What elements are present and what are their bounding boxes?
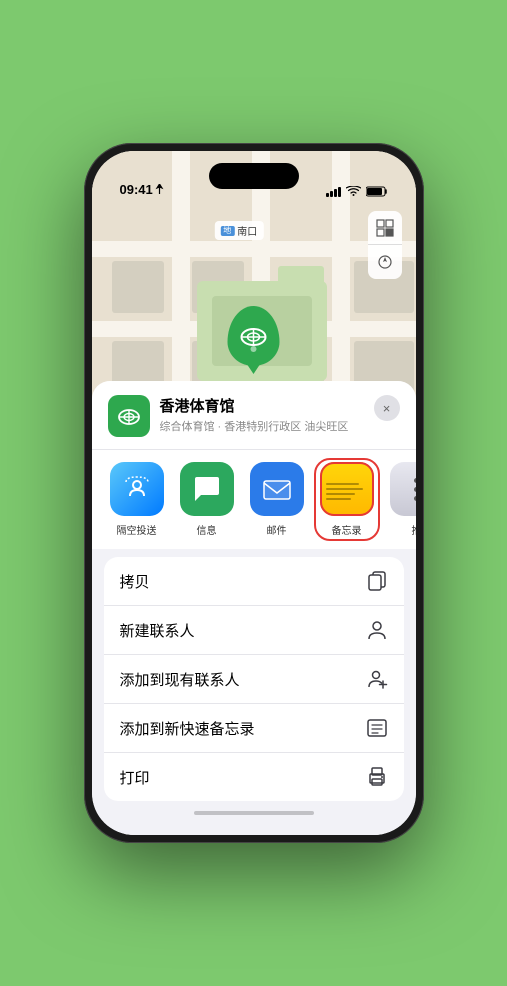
close-button[interactable]: × xyxy=(374,395,400,421)
map-label-south-entrance: 地 南口 xyxy=(214,221,263,240)
venue-info: 香港体育馆 综合体育馆 · 香港特别行政区 油尖旺区 xyxy=(160,395,364,434)
signal-icon xyxy=(326,187,341,197)
note-icon xyxy=(366,717,388,739)
location-button[interactable] xyxy=(368,245,402,279)
phone-screen: 09:41 xyxy=(92,151,416,835)
map-label-icon: 地 xyxy=(220,226,234,236)
airdrop-icon-wrap xyxy=(110,462,164,516)
map-type-icon xyxy=(376,219,394,237)
venue-icon xyxy=(108,395,150,437)
phone-frame: 09:41 xyxy=(84,143,424,843)
location-icon xyxy=(155,184,164,195)
message-icon xyxy=(191,473,223,505)
add-contact-label: 添加到现有联系人 xyxy=(120,669,240,690)
venue-card: 香港体育馆 综合体育馆 · 香港特别行政区 油尖旺区 × xyxy=(92,381,416,450)
message-icon-wrap xyxy=(180,462,234,516)
airdrop-icon xyxy=(122,474,152,504)
print-label: 打印 xyxy=(120,767,150,788)
action-new-contact[interactable]: 新建联系人 xyxy=(104,606,404,655)
venue-stadium-icon xyxy=(116,403,142,429)
person-add-icon xyxy=(366,668,388,690)
status-icons xyxy=(326,186,388,197)
mail-label: 邮件 xyxy=(267,522,287,537)
home-indicator xyxy=(194,811,314,815)
share-more[interactable]: 推 xyxy=(388,462,416,537)
battery-icon xyxy=(366,186,388,197)
notes-label: 备忘录 xyxy=(332,522,362,537)
share-message[interactable]: 信息 xyxy=(178,462,236,537)
share-mail[interactable]: 邮件 xyxy=(248,462,306,537)
notes-icon-wrap xyxy=(320,462,374,516)
marker-dot xyxy=(251,346,257,352)
quick-note-label: 添加到新快速备忘录 xyxy=(120,718,255,739)
mail-icon xyxy=(261,473,293,505)
bottom-sheet: 香港体育馆 综合体育馆 · 香港特别行政区 油尖旺区 × xyxy=(92,381,416,835)
action-list: 拷贝 新建联系人 添加到现有联系人 xyxy=(104,557,404,801)
action-copy[interactable]: 拷贝 xyxy=(104,557,404,606)
venue-subtitle: 综合体育馆 · 香港特别行政区 油尖旺区 xyxy=(160,418,364,434)
marker-icon xyxy=(228,306,280,366)
person-icon xyxy=(366,619,388,641)
new-contact-label: 新建联系人 xyxy=(120,620,195,641)
wifi-icon xyxy=(346,186,361,197)
map-label-text: 南口 xyxy=(237,223,257,238)
share-notes[interactable]: 备忘录 xyxy=(318,462,376,537)
time-label: 09:41 xyxy=(120,182,153,197)
action-quick-note[interactable]: 添加到新快速备忘录 xyxy=(104,704,404,753)
share-airdrop[interactable]: 隔空投送 xyxy=(108,462,166,537)
close-label: × xyxy=(383,401,391,416)
notes-lines-icon xyxy=(320,475,374,504)
action-add-contact[interactable]: 添加到现有联系人 xyxy=(104,655,404,704)
copy-icon xyxy=(366,570,388,592)
action-print[interactable]: 打印 xyxy=(104,753,404,801)
dynamic-island xyxy=(209,163,299,189)
map-type-button[interactable] xyxy=(368,211,402,245)
airdrop-label: 隔空投送 xyxy=(117,522,157,537)
venue-name: 香港体育馆 xyxy=(160,395,364,416)
copy-label: 拷贝 xyxy=(120,571,150,592)
status-time: 09:41 xyxy=(120,182,164,197)
compass-icon xyxy=(377,254,393,270)
more-dots-icon xyxy=(414,478,416,501)
share-row: 隔空投送 信息 xyxy=(92,450,416,557)
more-icon-wrap xyxy=(390,462,416,516)
map-controls xyxy=(368,211,402,279)
print-icon xyxy=(366,766,388,788)
more-label: 推 xyxy=(412,522,416,537)
mail-icon-wrap xyxy=(250,462,304,516)
message-label: 信息 xyxy=(197,522,217,537)
